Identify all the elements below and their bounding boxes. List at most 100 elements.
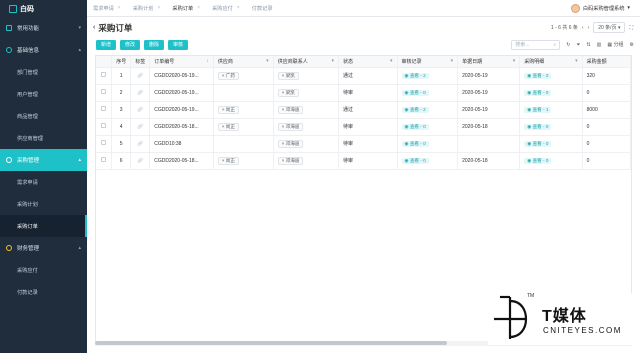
contact-chip[interactable]: × 邓海迪 bbox=[277, 122, 304, 131]
col-header-no[interactable]: 序号 bbox=[111, 56, 132, 68]
chevron-down-icon[interactable]: ▾ bbox=[390, 58, 393, 64]
per-page-select[interactable]: 20 条/页 ▾ bbox=[593, 22, 626, 33]
purchase-detail-link[interactable]: ◉ 查看 - 2 bbox=[524, 72, 552, 79]
sidebar-item-requests[interactable]: 需求申请 bbox=[0, 171, 87, 193]
table-row[interactable]: 5 🔗︎ CGDD10:38 × 邓海迪 待审 ◉ 查看 - 0 ◉ 查看 - 0 0 bbox=[96, 135, 631, 153]
audit-record-link[interactable]: ◉ 查看 - 0 bbox=[401, 123, 429, 130]
nav-group-common[interactable]: 常用功能 ▾ bbox=[0, 17, 87, 39]
audit-record-link[interactable]: ◉ 查看 - 2 bbox=[401, 72, 429, 79]
attachment-icon[interactable]: 🔗︎ bbox=[137, 158, 143, 164]
row-select-cell[interactable] bbox=[96, 67, 113, 85]
close-icon[interactable]: × bbox=[237, 5, 240, 11]
sidebar-item-orders[interactable]: 采购订单 bbox=[0, 215, 87, 237]
filter-icon[interactable]: ⏷ bbox=[576, 42, 580, 48]
cell-tag[interactable]: 🔗︎ bbox=[130, 152, 151, 170]
col-header-contact[interactable]: 供应商联系人 ▾ bbox=[273, 56, 340, 68]
chevron-down-icon[interactable]: ▾ bbox=[332, 58, 335, 64]
purchase-detail-link[interactable]: ◉ 查看 - 0 bbox=[524, 123, 552, 130]
sidebar-item-payables[interactable]: 采购应付 bbox=[0, 259, 87, 281]
row-checkbox[interactable] bbox=[101, 157, 107, 162]
row-select-cell[interactable] bbox=[96, 152, 113, 170]
sidebar-item-departments[interactable]: 部门管理 bbox=[0, 61, 87, 83]
supplier-chip[interactable]: × 尚正 bbox=[217, 156, 239, 165]
audit-record-link[interactable]: ◉ 查看 - 0 bbox=[401, 89, 429, 96]
next-page-icon[interactable]: › bbox=[588, 25, 590, 31]
purchase-detail-link[interactable]: ◉ 查看 - 0 bbox=[524, 140, 552, 147]
add-button[interactable]: 新增 bbox=[96, 39, 117, 50]
row-select-cell[interactable] bbox=[96, 101, 113, 119]
nav-group-finance[interactable]: 财务管理 ▴ bbox=[0, 237, 87, 259]
attachment-icon[interactable]: 🔗︎ bbox=[137, 73, 143, 79]
attachment-icon[interactable]: 🔗︎ bbox=[137, 124, 143, 130]
prev-page-icon[interactable]: ‹ bbox=[582, 25, 584, 31]
col-header-amount[interactable]: 采购金额 bbox=[582, 56, 631, 68]
scrollbar-thumb[interactable] bbox=[95, 341, 447, 345]
fullscreen-icon[interactable]: ⛶ bbox=[629, 25, 633, 31]
audit-button[interactable]: 审核 bbox=[168, 39, 189, 50]
sidebar-item-payments[interactable]: 付款记录 bbox=[0, 281, 87, 303]
user-menu[interactable]: 白码采购管理系统 ▾ bbox=[570, 3, 640, 13]
cell-tag[interactable]: 🔗︎ bbox=[130, 101, 151, 119]
audit-record-link[interactable]: ◉ 查看 - 0 bbox=[401, 140, 429, 147]
row-checkbox[interactable] bbox=[101, 89, 107, 94]
nav-group-purchasing[interactable]: 采购管理 ▴ bbox=[0, 149, 87, 171]
row-checkbox[interactable] bbox=[101, 123, 107, 128]
purchase-detail-link[interactable]: ◉ 查看 - 1 bbox=[524, 106, 552, 113]
close-icon[interactable]: × bbox=[118, 5, 121, 11]
delete-button[interactable]: 删除 bbox=[144, 39, 165, 50]
contact-chip[interactable]: × 梁凯 bbox=[277, 71, 299, 80]
refresh-icon[interactable]: ↻ bbox=[566, 42, 570, 48]
col-header-status[interactable]: 状态 ▾ bbox=[338, 56, 398, 68]
attachment-icon[interactable]: 🔗︎ bbox=[137, 107, 143, 113]
table-row[interactable]: 1 🔗︎ CGDD2020-05-19... × 广药 × 梁凯 通过 ◉ 查看 - 2 20… bbox=[96, 67, 631, 85]
attachment-icon[interactable]: 🔗︎ bbox=[137, 141, 143, 147]
row-checkbox[interactable] bbox=[101, 140, 107, 145]
supplier-chip[interactable]: × 尚正 bbox=[217, 122, 239, 131]
purchase-detail-link[interactable]: ◉ 查看 - 0 bbox=[524, 89, 552, 96]
col-header-detail[interactable]: 采购明细 ▾ bbox=[519, 56, 583, 68]
row-select-cell[interactable] bbox=[96, 84, 113, 102]
cell-tag[interactable]: 🔗︎ bbox=[130, 67, 151, 85]
nav-group-basic-info[interactable]: 基础信息 ▴ bbox=[0, 39, 87, 61]
table-row[interactable]: 4 🔗︎ CGDD2020-05-18... × 尚正 × 邓海迪 待审 ◉ 查看 - 0 2… bbox=[96, 118, 631, 136]
close-icon[interactable]: × bbox=[157, 5, 160, 11]
close-icon[interactable]: × bbox=[197, 5, 200, 11]
audit-record-link[interactable]: ◉ 查看 - 2 bbox=[401, 106, 429, 113]
row-select-cell[interactable] bbox=[96, 135, 113, 153]
edit-button[interactable]: 修改 bbox=[120, 39, 141, 50]
row-checkbox[interactable] bbox=[101, 72, 107, 77]
contact-chip[interactable]: × 梁凯 bbox=[277, 88, 299, 97]
columns-icon[interactable]: ▥ bbox=[597, 42, 602, 48]
contact-chip[interactable]: × 邓海迪 bbox=[277, 105, 304, 114]
tab-requests[interactable]: 需求申请 × bbox=[87, 5, 127, 12]
cell-tag[interactable]: 🔗︎ bbox=[130, 135, 151, 153]
sidebar-item-users[interactable]: 用户管理 bbox=[0, 83, 87, 105]
tab-payments[interactable]: 付款记录 bbox=[246, 5, 279, 12]
search-input[interactable]: 搜索... ⌕ bbox=[511, 39, 561, 50]
chevron-down-icon[interactable]: ▾ bbox=[451, 58, 454, 64]
sidebar-item-suppliers[interactable]: 供应商管理 bbox=[0, 127, 87, 149]
table-row[interactable]: 3 🔗︎ CGDD2020-05-19... × 尚正 × 邓海迪 通过 ◉ 查看 - 2 2… bbox=[96, 101, 631, 119]
row-select-cell[interactable] bbox=[96, 118, 113, 136]
supplier-chip[interactable]: × 广药 bbox=[217, 71, 239, 80]
contact-chip[interactable]: × 邓海迪 bbox=[277, 156, 304, 165]
purchase-detail-link[interactable]: ◉ 查看 - 0 bbox=[524, 157, 552, 164]
tab-payables[interactable]: 采购应付 × bbox=[206, 5, 246, 12]
cell-tag[interactable]: 🔗︎ bbox=[130, 118, 151, 136]
chevron-down-icon[interactable]: ▾ bbox=[266, 58, 269, 64]
group-button[interactable]: ▦ 分组 bbox=[607, 41, 623, 48]
attachment-icon[interactable]: 🔗︎ bbox=[137, 90, 143, 96]
col-header-tag[interactable]: 标签 bbox=[130, 56, 151, 68]
col-header-supplier[interactable]: 供应商 ▾ bbox=[213, 56, 274, 68]
cell-tag[interactable]: 🔗︎ bbox=[130, 84, 151, 102]
sidebar-item-products[interactable]: 商品管理 bbox=[0, 105, 87, 127]
table-row[interactable]: 6 🔗︎ CGDD2020-05-18... × 尚正 × 邓海迪 待审 ◉ 查看 - 0 2… bbox=[96, 152, 631, 170]
sort-icon[interactable]: ↓ bbox=[206, 58, 209, 64]
sort-icon[interactable]: ⇅ bbox=[586, 42, 590, 48]
col-header-date[interactable]: 单据日期 ▾ bbox=[457, 56, 521, 68]
back-icon[interactable]: ‹ bbox=[93, 24, 95, 31]
select-all-cell[interactable] bbox=[96, 56, 113, 68]
supplier-chip[interactable]: × 尚正 bbox=[217, 105, 239, 114]
tab-plans[interactable]: 采购计划 × bbox=[127, 5, 167, 12]
settings-icon[interactable]: ⚙ bbox=[630, 42, 634, 48]
